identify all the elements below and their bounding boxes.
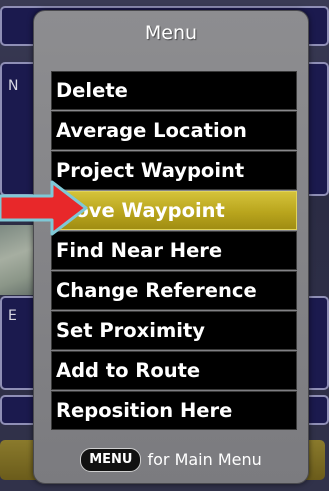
menu-item-add-to-route[interactable]: Add to Route [51,351,297,390]
menu-item-change-reference[interactable]: Change Reference [51,271,297,310]
menu-item-reposition-here[interactable]: Reposition Here [51,391,297,430]
menu-popup: Menu Delete Average Location Project Way… [33,10,309,484]
menu-list: Delete Average Location Project Waypoint… [51,71,297,431]
device-screen: N E Menu Delete Average Location Project… [0,0,329,491]
background-field-letter-n: N [8,78,19,94]
menu-footer: MENU for Main Menu [34,448,308,474]
menu-item-delete[interactable]: Delete [51,71,297,110]
menu-item-set-proximity[interactable]: Set Proximity [51,311,297,350]
menu-footer-text: for Main Menu [147,450,262,469]
menu-key-button[interactable]: MENU [80,448,142,472]
right-arrow-icon [0,180,88,236]
menu-title: Menu [144,22,198,44]
menu-item-find-near-here[interactable]: Find Near Here [51,231,297,270]
menu-item-average-location[interactable]: Average Location [51,111,297,150]
background-field-letter-e: E [8,308,17,324]
